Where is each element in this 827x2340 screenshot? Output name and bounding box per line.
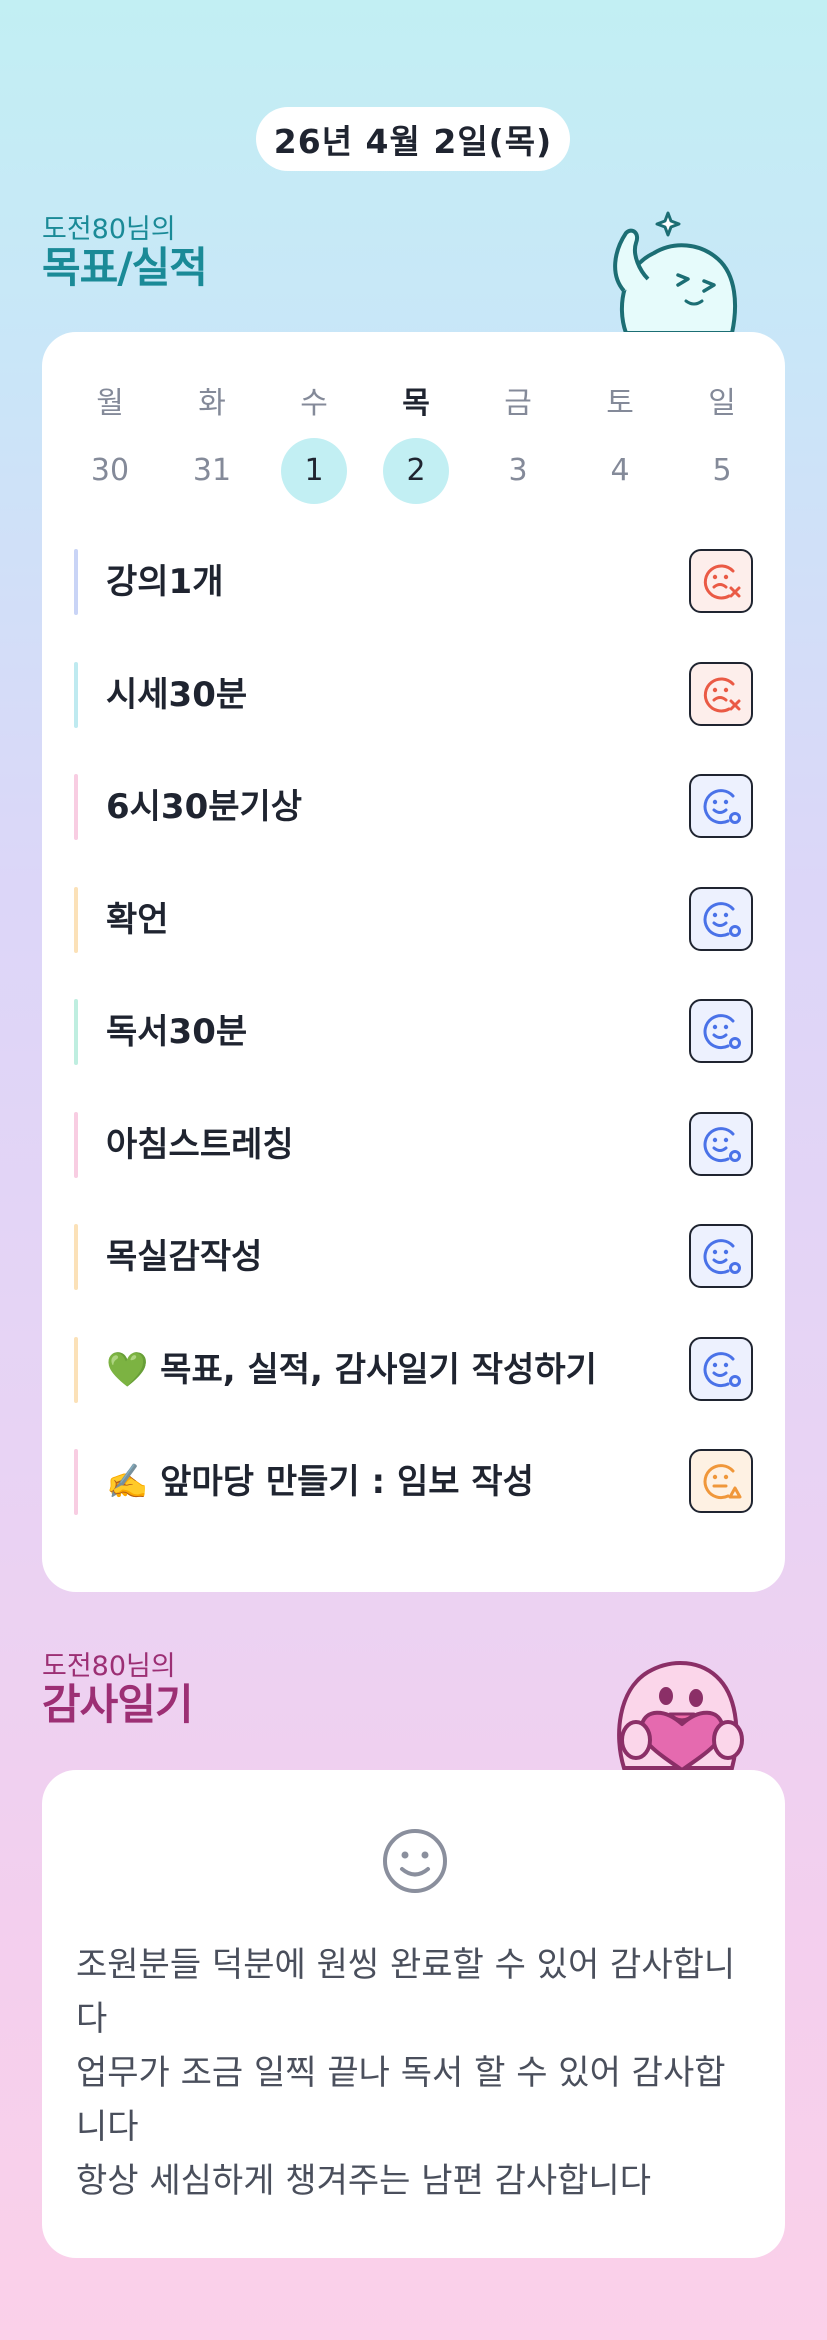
day-name: 화: [198, 386, 226, 421]
gratitude-section-title: 도전80님의 감사일기: [42, 1651, 194, 1729]
task-label: 독서30분: [106, 1012, 248, 1052]
task-row[interactable]: 강의1개: [74, 547, 753, 617]
day-name: 목: [402, 386, 430, 421]
task-row[interactable]: 독서30분: [74, 997, 753, 1067]
day-mon[interactable]: 월 30: [70, 384, 150, 504]
task-label: ✍️ 앞마당 만들기 : 임보 작성: [106, 1462, 534, 1502]
day-name: 금: [504, 386, 532, 421]
date-pill[interactable]: 26년 4월 2일(목): [256, 107, 570, 171]
gratitude-title: 감사일기: [42, 1680, 194, 1729]
gratitude-owner: 도전80님의: [42, 1651, 176, 1682]
goals-owner: 도전80님의: [42, 214, 176, 245]
day-date: 3: [508, 453, 528, 488]
goals-card: 월 30 화 31 수 1 목 2 금 3 토 4 일 5 강의1개 시세30분 6…: [42, 332, 785, 1592]
task-color-bar: [74, 549, 78, 615]
task-row[interactable]: 목실감작성: [74, 1222, 753, 1292]
day-date: 5: [712, 453, 732, 488]
task-label: 목실감작성: [106, 1237, 263, 1277]
sad-fail-icon: [703, 564, 741, 600]
task-color-bar: [74, 1449, 78, 1515]
day-tue[interactable]: 화 31: [172, 384, 252, 504]
task-status-button[interactable]: [689, 1224, 753, 1288]
task-label: 시세30분: [106, 674, 248, 715]
task-label: 6시30분기상: [106, 787, 303, 827]
day-thu[interactable]: 목 2: [376, 384, 456, 504]
day-name: 토: [606, 386, 634, 421]
day-name: 일: [708, 386, 736, 421]
task-status-button[interactable]: [689, 999, 753, 1063]
mascot-cheer-icon: [613, 211, 738, 335]
mascot-heart-icon: [617, 1661, 744, 1770]
task-label: 강의1개: [106, 562, 224, 602]
task-color-bar: [74, 1336, 78, 1403]
goals-title: 목표/실적: [42, 243, 208, 292]
day-wed[interactable]: 수 1: [274, 384, 354, 504]
gratitude-text: 조원분들 덕분에 원씽 완료할 수 있어 감사합니다 업무가 조금 일찍 끝나 …: [76, 1938, 751, 2208]
meh-partial-icon: [703, 1464, 742, 1500]
week-strip: 월 30 화 31 수 1 목 2 금 3 토 4 일 5: [62, 384, 765, 504]
day-date: 2: [383, 438, 449, 504]
task-status-button[interactable]: [689, 549, 753, 613]
task-row[interactable]: 💚 목표, 실적, 감사일기 작성하기: [74, 1335, 753, 1405]
task-status-button[interactable]: [689, 1111, 753, 1176]
smile-done-icon: [703, 1014, 741, 1050]
task-label: 아침스트레칭: [106, 1124, 294, 1165]
task-color-bar: [74, 1111, 78, 1178]
day-fri[interactable]: 금 3: [478, 384, 558, 504]
sad-fail-icon: [703, 676, 741, 712]
task-color-bar: [74, 1224, 78, 1290]
task-status-button[interactable]: [689, 1449, 753, 1513]
smile-done-icon: [703, 1126, 741, 1162]
day-date: 31: [192, 453, 232, 488]
task-status-button[interactable]: [689, 886, 753, 951]
day-date: 1: [281, 438, 347, 504]
day-sat[interactable]: 토 4: [580, 384, 660, 504]
task-label: 확언: [106, 899, 169, 940]
task-status-button[interactable]: [689, 774, 753, 838]
task-status-button[interactable]: [689, 661, 753, 726]
day-sun[interactable]: 일 5: [682, 384, 762, 504]
day-date: 4: [610, 453, 630, 488]
goals-section-title: 도전80님의 목표/실적: [42, 214, 208, 292]
day-date: 30: [90, 453, 130, 488]
day-name: 수: [300, 386, 328, 421]
task-label: 💚 목표, 실적, 감사일기 작성하기: [106, 1349, 597, 1390]
gratitude-line: 업무가 조금 일찍 끝나 독서 할 수 있어 감사합니다: [76, 2053, 726, 2147]
task-status-button[interactable]: [689, 1336, 753, 1401]
task-color-bar: [74, 774, 78, 840]
day-name: 월: [96, 386, 124, 421]
task-row[interactable]: 시세30분: [74, 660, 753, 730]
task-row[interactable]: 확언: [74, 885, 753, 955]
gratitude-card: 조원분들 덕분에 원씽 완료할 수 있어 감사합니다 업무가 조금 일찍 끝나 …: [42, 1770, 785, 2258]
task-row[interactable]: 아침스트레칭: [74, 1110, 753, 1180]
smile-done-icon: [703, 1351, 741, 1387]
smile-done-icon: [703, 1239, 741, 1275]
task-color-bar: [74, 999, 78, 1065]
gratitude-line: 조원분들 덕분에 원씽 완료할 수 있어 감사합니다: [76, 1945, 736, 2039]
smile-icon[interactable]: [380, 1826, 450, 1896]
smile-done-icon: [703, 901, 741, 937]
task-color-bar: [74, 886, 78, 953]
smile-done-icon: [703, 789, 741, 825]
gratitude-line: 항상 세심하게 챙겨주는 남편 감사합니다: [76, 2161, 651, 2201]
task-row[interactable]: 6시30분기상: [74, 772, 753, 842]
task-color-bar: [74, 661, 78, 728]
task-row[interactable]: ✍️ 앞마당 만들기 : 임보 작성: [74, 1447, 753, 1517]
